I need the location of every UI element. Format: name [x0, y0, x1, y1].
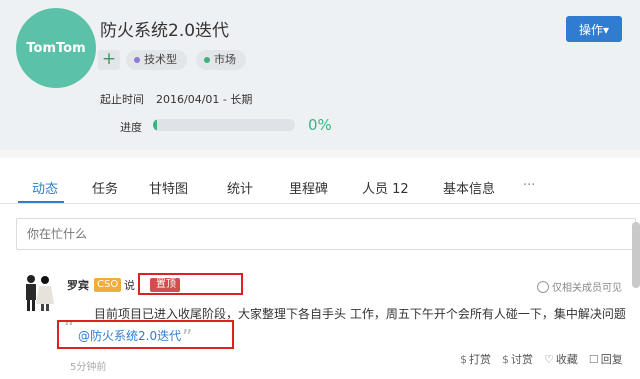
- tab-tasks[interactable]: 任务: [92, 178, 118, 197]
- tab-stats[interactable]: 统计: [227, 178, 253, 197]
- tab-milestones[interactable]: 里程碑: [289, 178, 328, 197]
- project-tabs: 动态 任务 甘特图 统计 里程碑 人员 12 基本信息 ···: [0, 168, 640, 204]
- user-avatar-icon[interactable]: [20, 272, 56, 312]
- like-icon: ☐: [588, 352, 599, 366]
- progress-fill: [153, 119, 157, 131]
- project-avatar[interactable]: TomTom: [16, 8, 96, 88]
- active-tab-indicator: [18, 201, 64, 203]
- reward-icon: $: [460, 352, 467, 366]
- author-role-badge: CSO: [94, 278, 122, 292]
- favorite-button[interactable]: ♡ 收藏: [544, 351, 578, 367]
- reward-button[interactable]: $ 打赏: [460, 351, 491, 367]
- request-reward-label: 讨赏: [511, 353, 533, 366]
- highlight-box-mention: [57, 320, 234, 349]
- heart-icon: ♡: [544, 352, 554, 366]
- date-value: 2016/04/01 - 长期: [156, 93, 253, 106]
- tab-more-icon[interactable]: ···: [523, 178, 535, 193]
- tab-basic-info[interactable]: 基本信息: [443, 178, 495, 197]
- project-header: TomTom 防火系统2.0迭代 + 技术型 市场 起止时间 2016/04/0…: [0, 0, 640, 150]
- scrollbar[interactable]: [632, 222, 640, 288]
- discuss-icon: $: [502, 352, 509, 366]
- progress-bar: [153, 119, 295, 131]
- project-title: 防火系统2.0迭代: [100, 21, 230, 41]
- favorite-label: 收藏: [555, 353, 578, 366]
- request-reward-button[interactable]: $ 讨赏: [502, 351, 533, 367]
- progress-label: 进度: [120, 121, 142, 134]
- highlight-box-pinned: [138, 273, 243, 295]
- tab-gantt[interactable]: 甘特图: [149, 178, 188, 197]
- progress-percent: 0%: [308, 116, 332, 134]
- post-author[interactable]: 罗宾: [67, 277, 89, 293]
- plus-icon: +: [101, 49, 117, 69]
- actions-dropdown-button[interactable]: 操作▾: [566, 16, 622, 42]
- status-input[interactable]: [16, 218, 636, 250]
- reply-label: 回复: [600, 353, 623, 366]
- tag-tech[interactable]: 技术型: [126, 50, 187, 70]
- post-timestamp: 5分钟前: [70, 362, 107, 373]
- tag-market[interactable]: 市场: [196, 50, 246, 70]
- visibility-label: 仅相关成员可见: [552, 283, 622, 294]
- post-actions: $ 打赏 $ 讨赏 ♡ 收藏 ☐ 回复: [460, 351, 623, 367]
- eye-icon: [537, 280, 549, 293]
- reply-button[interactable]: ☐ 回复: [589, 351, 623, 367]
- visibility-indicator: 仅相关成员可见: [537, 279, 622, 294]
- post-says-label: 说: [124, 279, 135, 292]
- tab-members[interactable]: 人员 12: [362, 178, 409, 197]
- section-divider: [0, 150, 640, 158]
- actions-button-label: 操作▾: [578, 22, 610, 37]
- reward-label: 打赏: [469, 353, 491, 366]
- add-tag-button[interactable]: +: [98, 50, 120, 70]
- project-avatar-text: TomTom: [26, 40, 86, 56]
- tab-activity[interactable]: 动态: [32, 178, 58, 197]
- date-label: 起止时间: [100, 93, 144, 106]
